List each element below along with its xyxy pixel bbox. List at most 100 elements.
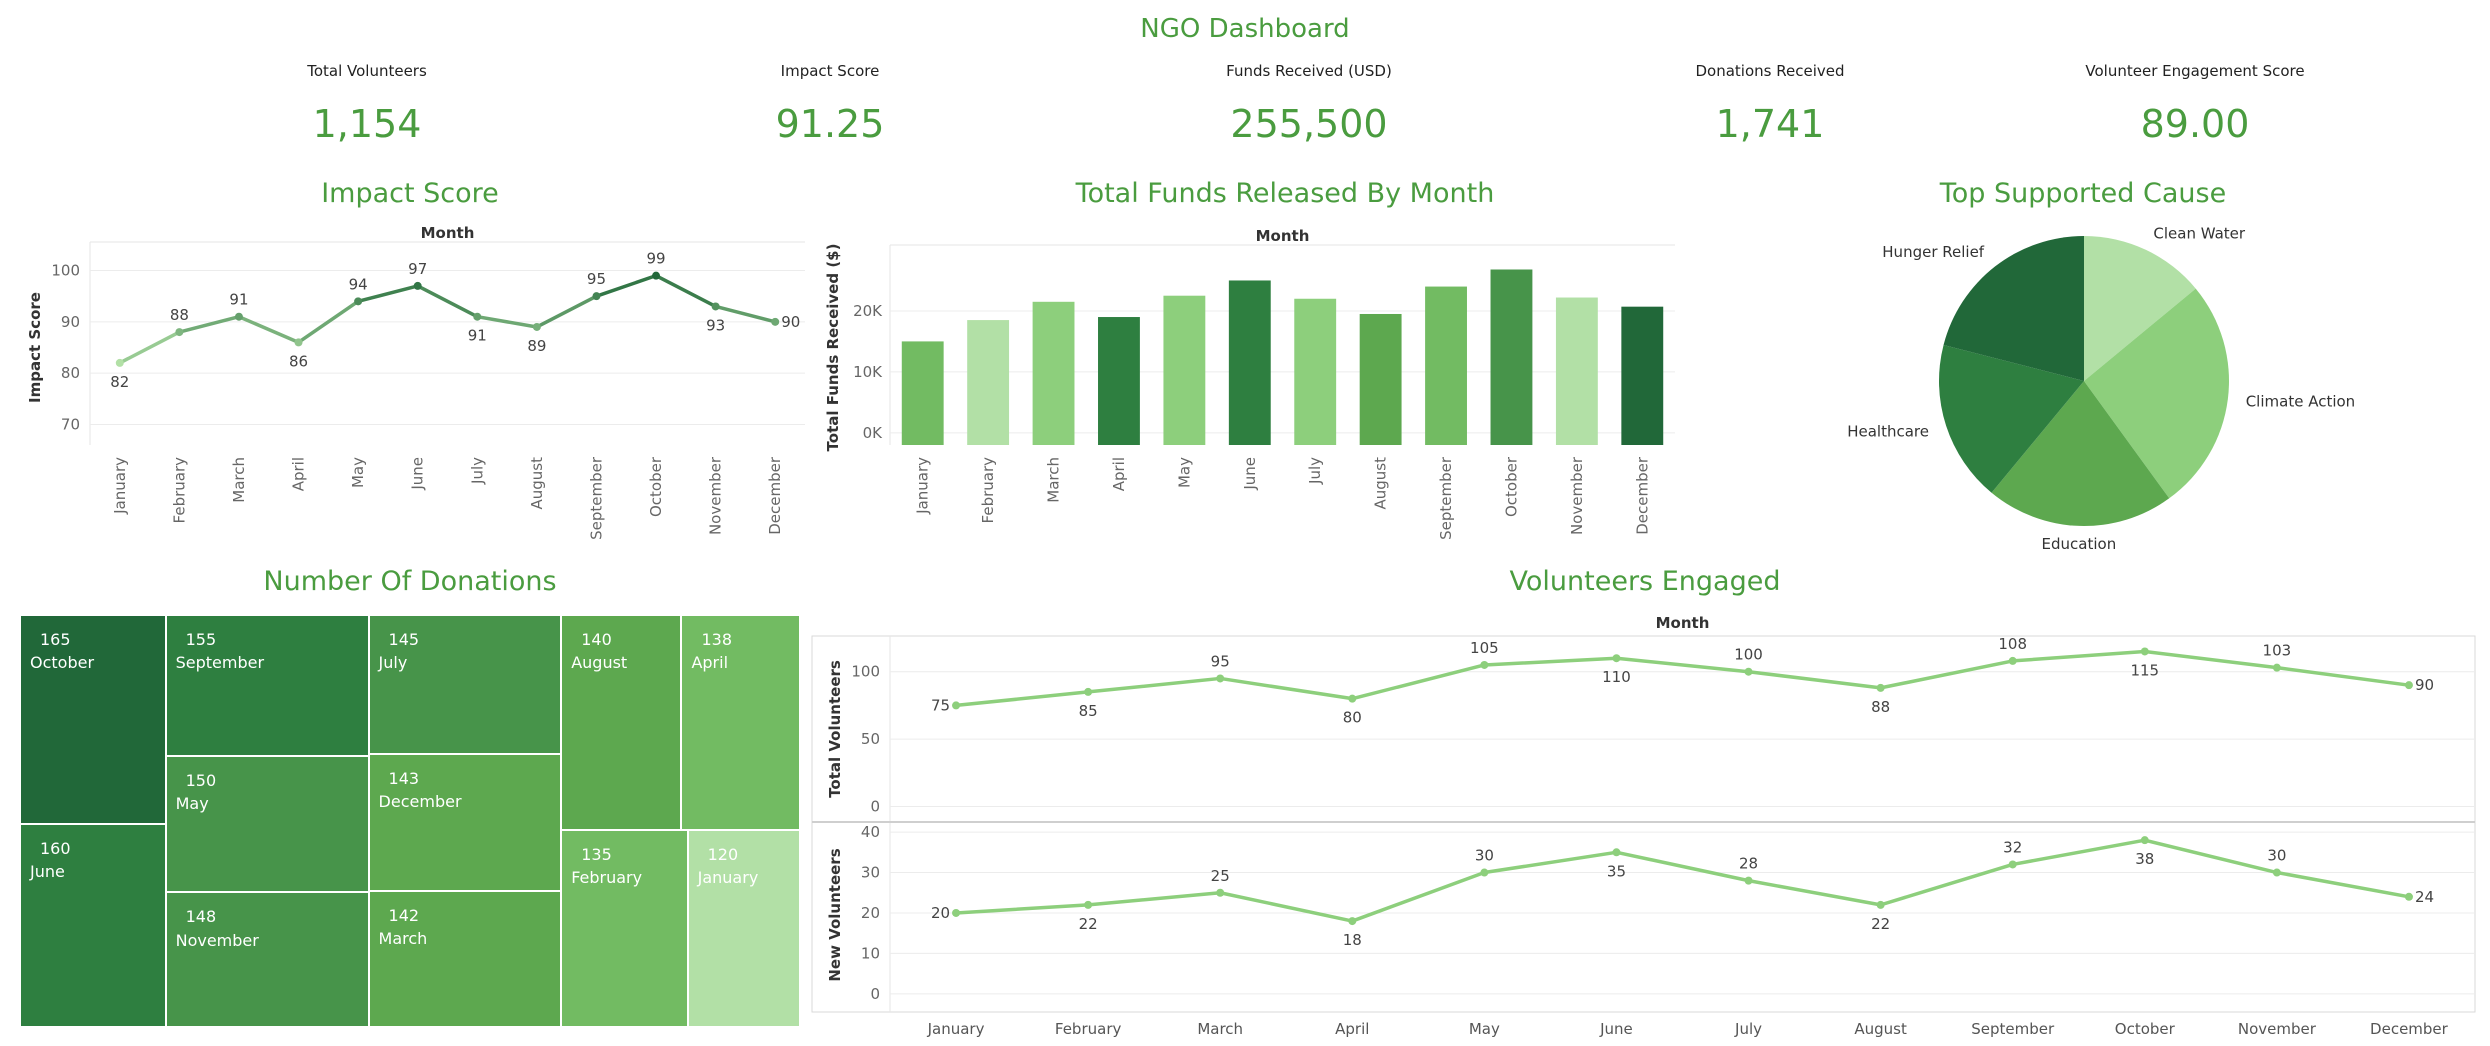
treemap-value: 160 <box>40 839 71 859</box>
line-segment <box>237 314 301 345</box>
y-tick-label: 0 <box>870 798 880 816</box>
kpi-donations-received: Donations Received 1,741 <box>1650 62 1890 146</box>
data-point <box>2008 860 2017 869</box>
y-axis-title: New Volunteers <box>826 848 844 981</box>
x-tick-label: December <box>2370 1020 2449 1038</box>
x-tick-label: June <box>409 457 427 491</box>
data-point <box>2404 681 2413 690</box>
impact-score-title: Impact Score <box>321 178 499 209</box>
data-point <box>1216 674 1225 683</box>
treemap-value: 155 <box>185 630 217 649</box>
kpi-funds-received: Funds Received (USD) 255,500 <box>1169 62 1449 146</box>
y-tick-label: 20K <box>853 302 883 320</box>
data-point <box>1876 900 1885 909</box>
treemap-label: May <box>175 794 209 814</box>
data-label: 97 <box>408 260 427 278</box>
data-label: 88 <box>1871 698 1890 716</box>
line-segment <box>118 330 182 365</box>
kpi-total-volunteers: Total Volunteers 1,154 <box>267 62 467 146</box>
data-point <box>294 338 303 347</box>
data-point <box>532 322 541 331</box>
data-label: 75 <box>931 696 950 714</box>
data-label: 89 <box>527 337 546 355</box>
treemap-value: 165 <box>40 630 71 649</box>
data-point <box>592 292 601 301</box>
x-tick-label: July <box>1306 457 1324 485</box>
x-axis-title: Month <box>1656 614 1710 632</box>
data-point <box>115 358 124 367</box>
treemap-value: 142 <box>388 905 420 925</box>
data-label: 80 <box>1343 709 1362 727</box>
slice-label: Education <box>2042 535 2117 553</box>
y-tick-label: 10 <box>861 944 880 962</box>
slice-label: Healthcare <box>1847 422 1929 440</box>
data-label: 108 <box>1998 635 2027 653</box>
x-tick-label: May <box>349 457 367 488</box>
y-axis-title: Impact Score <box>26 292 44 403</box>
bar <box>1032 301 1075 445</box>
data-label: 30 <box>1475 847 1494 865</box>
bar <box>1163 295 1206 445</box>
kpi-value: 91.25 <box>775 102 885 146</box>
kpi-impact-score: Impact Score 91.25 <box>730 62 930 146</box>
y-tick-label: 10K <box>853 363 883 381</box>
data-label: 100 <box>1734 646 1763 664</box>
x-tick-label: September <box>1971 1020 2055 1038</box>
data-label: 24 <box>2415 888 2434 906</box>
x-tick-label: September <box>1437 456 1455 540</box>
y-tick-label: 100 <box>51 262 80 280</box>
treemap-cell: 142 March <box>368 890 562 1027</box>
x-tick-label: March <box>1197 1020 1243 1038</box>
kpi-volunteer-engagement: Volunteer Engagement Score 89.00 <box>2040 62 2350 146</box>
y-tick-label: 30 <box>861 864 880 882</box>
line-segment <box>535 294 599 329</box>
x-tick-label: April <box>1110 457 1128 491</box>
data-label: 94 <box>349 275 368 293</box>
bar <box>1098 317 1140 445</box>
data-point <box>2272 663 2281 672</box>
donations-chart-title: Number Of Donations <box>263 566 557 597</box>
bar <box>1359 313 1402 445</box>
volunteers-chart-title: Volunteers Engaged <box>1509 566 1781 597</box>
x-tick-label: April <box>290 457 308 491</box>
data-point <box>1084 900 1093 909</box>
slice-label: Climate Action <box>2246 392 2355 410</box>
kpi-label: Funds Received (USD) <box>1226 62 1392 80</box>
data-point <box>1216 888 1225 897</box>
data-label: 95 <box>1211 652 1230 670</box>
x-tick-label: August <box>1372 457 1390 510</box>
x-tick-label: May <box>1175 457 1193 488</box>
data-label: 85 <box>1079 702 1098 720</box>
data-point <box>711 302 720 311</box>
data-label: 88 <box>170 306 189 324</box>
data-label: 25 <box>1211 867 1230 885</box>
data-point <box>175 328 184 337</box>
data-point <box>952 701 961 710</box>
data-point <box>2140 647 2149 656</box>
bar <box>1555 297 1598 445</box>
data-point <box>413 281 422 290</box>
x-tick-label: June <box>1241 457 1259 491</box>
treemap-cell: 145 July <box>368 615 562 754</box>
volunteers-line-chart: MonthTotal Volunteers05010075 85958010511… <box>811 614 2476 1038</box>
plot-frame <box>811 635 2476 1013</box>
series-line <box>955 649 2410 708</box>
x-tick-label: November <box>707 456 725 535</box>
treemap-label: April <box>691 653 729 673</box>
x-tick-label: July <box>1734 1020 1762 1038</box>
data-point <box>1348 694 1357 703</box>
line-segment <box>654 273 718 309</box>
y-tick-label: 50 <box>861 730 880 748</box>
data-point <box>2272 868 2281 877</box>
data-label: 30 <box>2267 847 2286 865</box>
y-axis-title: Total Funds Received ($) <box>824 244 842 452</box>
data-label: 18 <box>1343 931 1362 949</box>
kpi-label: Donations Received <box>1695 62 1845 80</box>
data-point <box>473 312 482 321</box>
treemap-label: September <box>175 653 265 673</box>
data-point <box>1612 654 1621 663</box>
y-axis-title: Total Volunteers <box>826 660 844 798</box>
x-tick-label: December <box>1633 456 1651 535</box>
data-point <box>2404 892 2413 901</box>
kpi-value: 255,500 <box>1230 102 1388 146</box>
